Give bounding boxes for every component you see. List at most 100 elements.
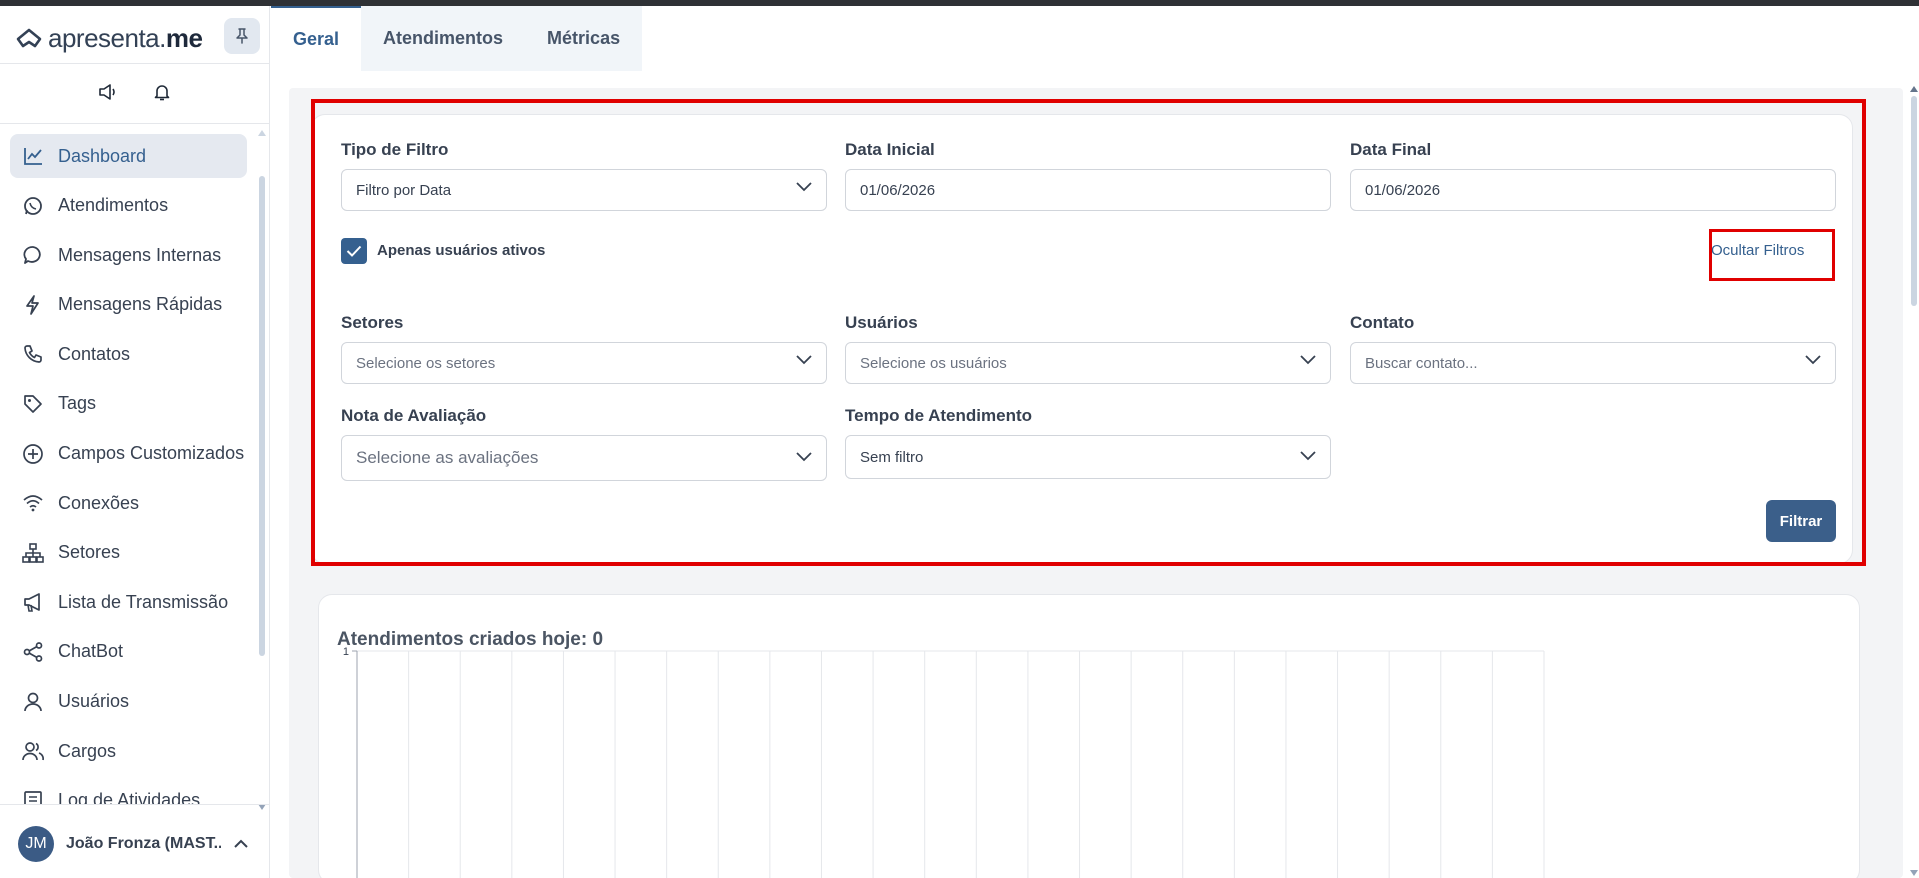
chart-plot: 1 [343, 646, 1545, 878]
sidebar-item-label: Log de Atividades [58, 790, 201, 804]
chevron-up-icon[interactable] [233, 839, 249, 849]
chart-card: Atendimentos criados hoje: 0 1 [318, 594, 1860, 878]
chat-bubble-icon [23, 246, 41, 265]
filter-type-value: Filtro por Data [356, 181, 452, 199]
users-label: Usuários [845, 313, 918, 332]
sidebar-quick-actions [0, 80, 270, 104]
logo-icon [16, 28, 42, 48]
contact-label: Contato [1350, 313, 1415, 332]
sidebar-item-atendimentos[interactable]: Atendimentos [10, 184, 247, 228]
rating-label: Nota de Avaliação [341, 406, 487, 425]
sectors-placeholder: Selecione os setores [356, 354, 496, 372]
sidebar-item-label: Tags [58, 393, 97, 414]
contact-search[interactable]: Buscar contato... [1350, 342, 1836, 384]
rating-select[interactable]: Selecione as avaliações [341, 435, 827, 481]
user-name: João Fronza (MAST... [66, 835, 221, 852]
sidebar-item-mensagens-rapidas[interactable]: Mensagens Rápidas [10, 283, 247, 327]
sidebar-item-label: Setores [58, 542, 121, 563]
chevron-down-icon [796, 355, 812, 365]
start-date-label: Data Inicial [845, 140, 935, 159]
pin-icon [236, 28, 248, 44]
sidebar-item-label: Atendimentos [58, 195, 169, 216]
end-date-value: 01/06/2026 [1365, 181, 1441, 199]
chevron-down-icon [796, 182, 812, 192]
chart-line-icon [24, 148, 42, 165]
start-date-input[interactable]: 01/06/2026 [845, 169, 1331, 211]
main-scrollbar[interactable] [1910, 86, 1918, 876]
chevron-down-icon [796, 452, 812, 462]
check-icon [346, 245, 362, 257]
sidebar-item-contatos[interactable]: Contatos [10, 332, 247, 376]
sidebar-item-label: ChatBot [58, 641, 124, 662]
wifi-icon [23, 495, 43, 512]
sidebar-item-cargos[interactable]: Cargos [10, 729, 247, 773]
sidebar-item-campos-customizados[interactable]: Campos Customizados [10, 432, 247, 476]
sidebar-item-label: Dashboard [58, 145, 147, 166]
sidebar-scrollbar[interactable] [258, 130, 266, 810]
end-date-label: Data Final [1350, 140, 1432, 159]
log-icon [24, 790, 42, 804]
sidebar-item-chatbot[interactable]: ChatBot [10, 630, 247, 674]
users-select[interactable]: Selecione os usuários [845, 342, 1331, 384]
filter-type-label: Tipo de Filtro [341, 140, 449, 159]
sidebar-item-label: Campos Customizados [58, 443, 245, 464]
pin-sidebar-button[interactable] [224, 18, 260, 54]
plus-circle-icon [23, 443, 43, 464]
lightning-icon [26, 294, 39, 315]
users-placeholder: Selecione os usuários [860, 354, 1007, 372]
rating-placeholder: Selecione as avaliações [356, 448, 539, 467]
sidebar-item-conexoes[interactable]: Conexões [10, 481, 247, 525]
sidebar-item-label: Conexões [58, 492, 140, 513]
y-tick-label: 1 [343, 646, 349, 658]
avatar: JM [18, 826, 54, 862]
end-date-input[interactable]: 01/06/2026 [1350, 169, 1836, 211]
sidebar-item-label: Mensagens Internas [58, 244, 222, 265]
tag-icon [24, 395, 42, 413]
user-menu[interactable]: JM João Fronza (MAST... [0, 810, 270, 878]
tab-metricas[interactable]: Métricas [525, 6, 643, 71]
sidebar-item-tags[interactable]: Tags [10, 382, 247, 426]
active-users-checkbox[interactable] [341, 238, 367, 264]
user-icon [24, 692, 42, 711]
sidebar-item-setores[interactable]: Setores [10, 531, 247, 575]
service-time-value: Sem filtro [860, 448, 924, 466]
sidebar: apresenta.me Dashboard Atendimentos Mensag… [0, 6, 270, 878]
filter-submit-button[interactable]: Filtrar [1766, 500, 1836, 542]
chevron-down-icon [1805, 355, 1821, 365]
chevron-down-icon [1300, 355, 1316, 365]
tab-geral[interactable]: Geral [271, 6, 362, 71]
sidebar-item-label: Mensagens Rápidas [58, 294, 223, 315]
users-icon [22, 742, 44, 761]
tab-atendimentos[interactable]: Atendimentos [361, 6, 526, 71]
start-date-value: 01/06/2026 [860, 181, 936, 199]
divider [0, 63, 270, 64]
contact-placeholder: Buscar contato... [1365, 354, 1478, 372]
hide-filters-link[interactable]: Ocultar Filtros [1711, 242, 1804, 259]
active-users-label: Apenas usuários ativos [377, 242, 546, 259]
filter-type-select[interactable]: Filtro por Data [341, 169, 827, 211]
sidebar-item-mensagens-internas[interactable]: Mensagens Internas [10, 233, 247, 277]
tab-bar: Geral Atendimentos Métricas [271, 6, 643, 71]
sidebar-item-label: Cargos [58, 740, 117, 761]
bell-icon[interactable] [150, 80, 174, 104]
share-icon [23, 642, 43, 662]
sectors-label: Setores [341, 313, 404, 332]
chevron-down-icon [1300, 451, 1316, 461]
sidebar-item-lista-de-transmissao[interactable]: Lista de Transmissão [10, 580, 247, 624]
brand-logo[interactable]: apresenta.me [16, 20, 203, 56]
sidebar-item-label: Lista de Transmissão [58, 591, 229, 612]
sitemap-icon [22, 542, 44, 563]
sidebar-item-dashboard[interactable]: Dashboard [10, 134, 247, 178]
brand-name: apresenta.me [48, 22, 203, 53]
megaphone-icon [24, 593, 40, 613]
sidebar-item-log-de-atividades[interactable]: Log de Atividades [10, 779, 247, 804]
whatsapp-icon [24, 196, 42, 215]
sidebar-item-usuarios[interactable]: Usuários [10, 680, 247, 724]
sectors-select[interactable]: Selecione os setores [341, 342, 827, 384]
divider [0, 123, 270, 124]
announcement-icon[interactable] [96, 80, 120, 104]
sidebar-menu: Dashboard Atendimentos Mensagens Internas M… [10, 134, 247, 804]
service-time-select[interactable]: Sem filtro [845, 435, 1331, 479]
sidebar-item-label: Usuários [58, 691, 130, 712]
service-time-label: Tempo de Atendimento [845, 406, 1032, 425]
